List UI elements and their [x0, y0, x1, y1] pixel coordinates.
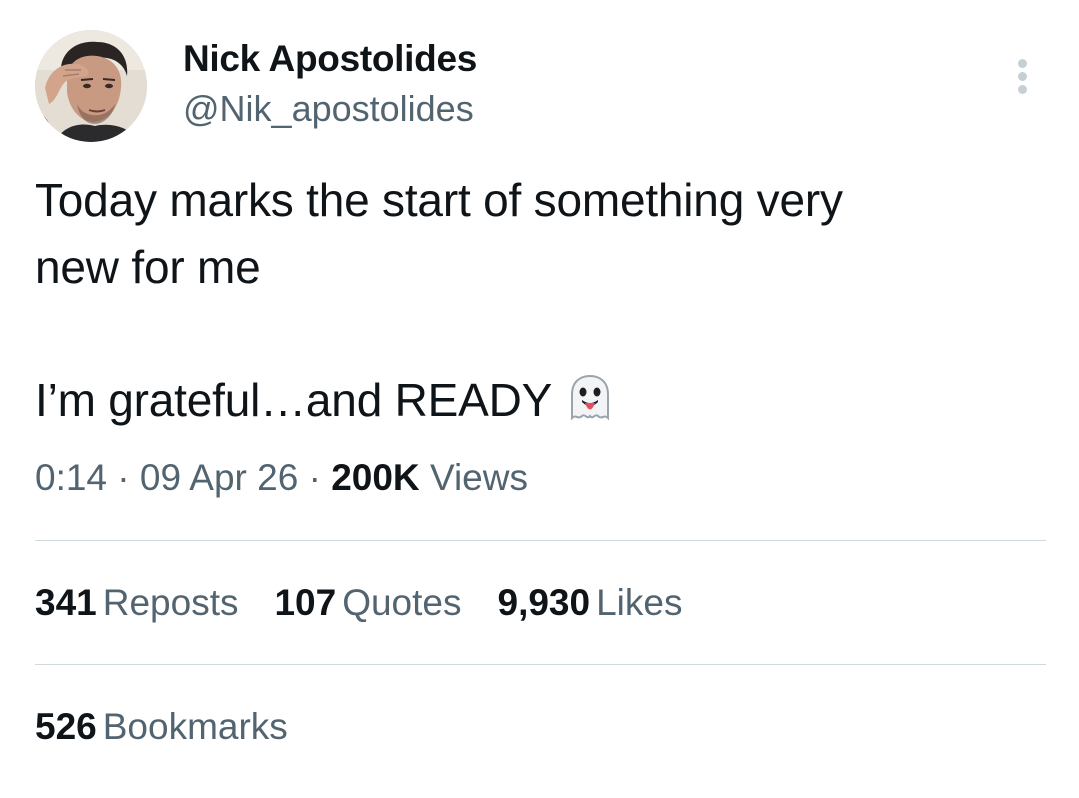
post-date[interactable]: 09 Apr 26	[140, 457, 298, 498]
reposts-label: Reposts	[102, 582, 239, 623]
likes-label: Likes	[596, 582, 683, 623]
reposts-count: 341	[35, 582, 97, 623]
likes-stat[interactable]: 9,930 Likes	[498, 582, 683, 624]
ghost-emoji-icon	[564, 372, 616, 435]
quotes-count: 107	[274, 582, 337, 623]
views-count: 200K	[331, 457, 420, 498]
post-text-line-1: Today marks the start of something very	[35, 174, 843, 226]
meta-separator: ·	[117, 457, 130, 498]
author-handle[interactable]: @Nik_apostolides	[183, 88, 474, 130]
meta-separator: ·	[308, 457, 321, 498]
bookmarks-stat[interactable]: 526 Bookmarks	[35, 706, 288, 748]
avatar-photo	[35, 30, 147, 142]
tweet: Nick Apostolides @Nik_apostolides Today …	[0, 0, 1079, 798]
divider	[35, 540, 1046, 541]
more-dot	[1018, 59, 1027, 68]
avatar[interactable]	[35, 30, 147, 142]
quotes-stat[interactable]: 107 Quotes	[274, 582, 461, 624]
post-time[interactable]: 0:14	[35, 457, 107, 498]
quotes-label: Quotes	[342, 582, 462, 623]
more-options-icon[interactable]	[1008, 55, 1038, 95]
post-meta: 0:14 · 09 Apr 26 · 200K Views	[35, 457, 528, 499]
bookmarks-stat-inner: 526 Bookmarks	[35, 706, 288, 748]
more-dot	[1018, 72, 1027, 81]
reposts-stat[interactable]: 341 Reposts	[35, 582, 238, 624]
divider	[35, 664, 1046, 665]
views-label: Views	[429, 457, 528, 498]
author-display-name[interactable]: Nick Apostolides	[183, 38, 477, 80]
post-text-line-2: new for me	[35, 241, 261, 293]
post-text-line-3-text: I’m grateful…and READY	[35, 374, 553, 426]
likes-count: 9,930	[497, 582, 591, 623]
more-dot	[1018, 85, 1027, 94]
bookmarks-label: Bookmarks	[102, 706, 288, 747]
post-text-line-3: I’m grateful…and READY	[35, 372, 616, 435]
bookmarks-count: 526	[35, 706, 97, 747]
engagement-stats: 341 Reposts 107 Quotes 9,930 Likes	[35, 582, 718, 624]
